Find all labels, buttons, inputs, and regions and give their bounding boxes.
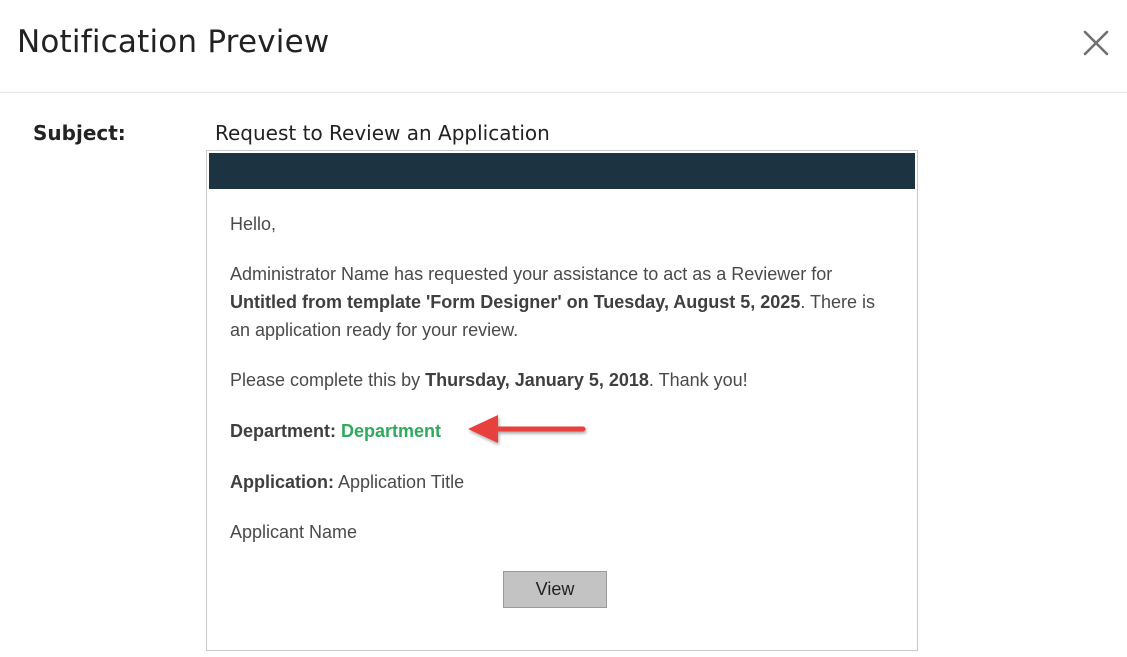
email-greeting: Hello, bbox=[230, 214, 277, 234]
department-label: Department: bbox=[230, 421, 337, 441]
dialog-title: Notification Preview bbox=[17, 24, 330, 60]
dialog-header: Notification Preview bbox=[0, 0, 1127, 93]
deadline-suffix: . Thank you! bbox=[648, 370, 748, 390]
email-request-paragraph: Administrator Name has requested your as… bbox=[230, 260, 900, 344]
email-applicant-name: Applicant Name bbox=[230, 522, 358, 542]
email-header-bar bbox=[209, 153, 915, 189]
email-application-line: Application: Application Title bbox=[230, 468, 464, 496]
email-department-line: Department: Department bbox=[230, 417, 441, 445]
email-preview: Hello, Administrator Name has requested … bbox=[206, 150, 918, 651]
request-prefix: Administrator Name has requested your as… bbox=[230, 264, 833, 284]
request-form-title: Untitled from template 'Form Designer' o… bbox=[230, 292, 801, 312]
subject-label: Subject: bbox=[33, 121, 126, 145]
close-icon[interactable] bbox=[1080, 27, 1112, 59]
email-deadline-paragraph: Please complete this by Thursday, Januar… bbox=[230, 366, 748, 394]
red-arrow-icon bbox=[468, 415, 586, 443]
application-label: Application: bbox=[230, 472, 334, 492]
subject-value: Request to Review an Application bbox=[215, 121, 550, 145]
deadline-date: Thursday, January 5, 2018 bbox=[425, 370, 649, 390]
application-value: Application Title bbox=[338, 472, 465, 492]
department-value: Department bbox=[341, 421, 442, 441]
view-button[interactable]: View bbox=[503, 571, 607, 608]
deadline-prefix: Please complete this by bbox=[230, 370, 426, 390]
